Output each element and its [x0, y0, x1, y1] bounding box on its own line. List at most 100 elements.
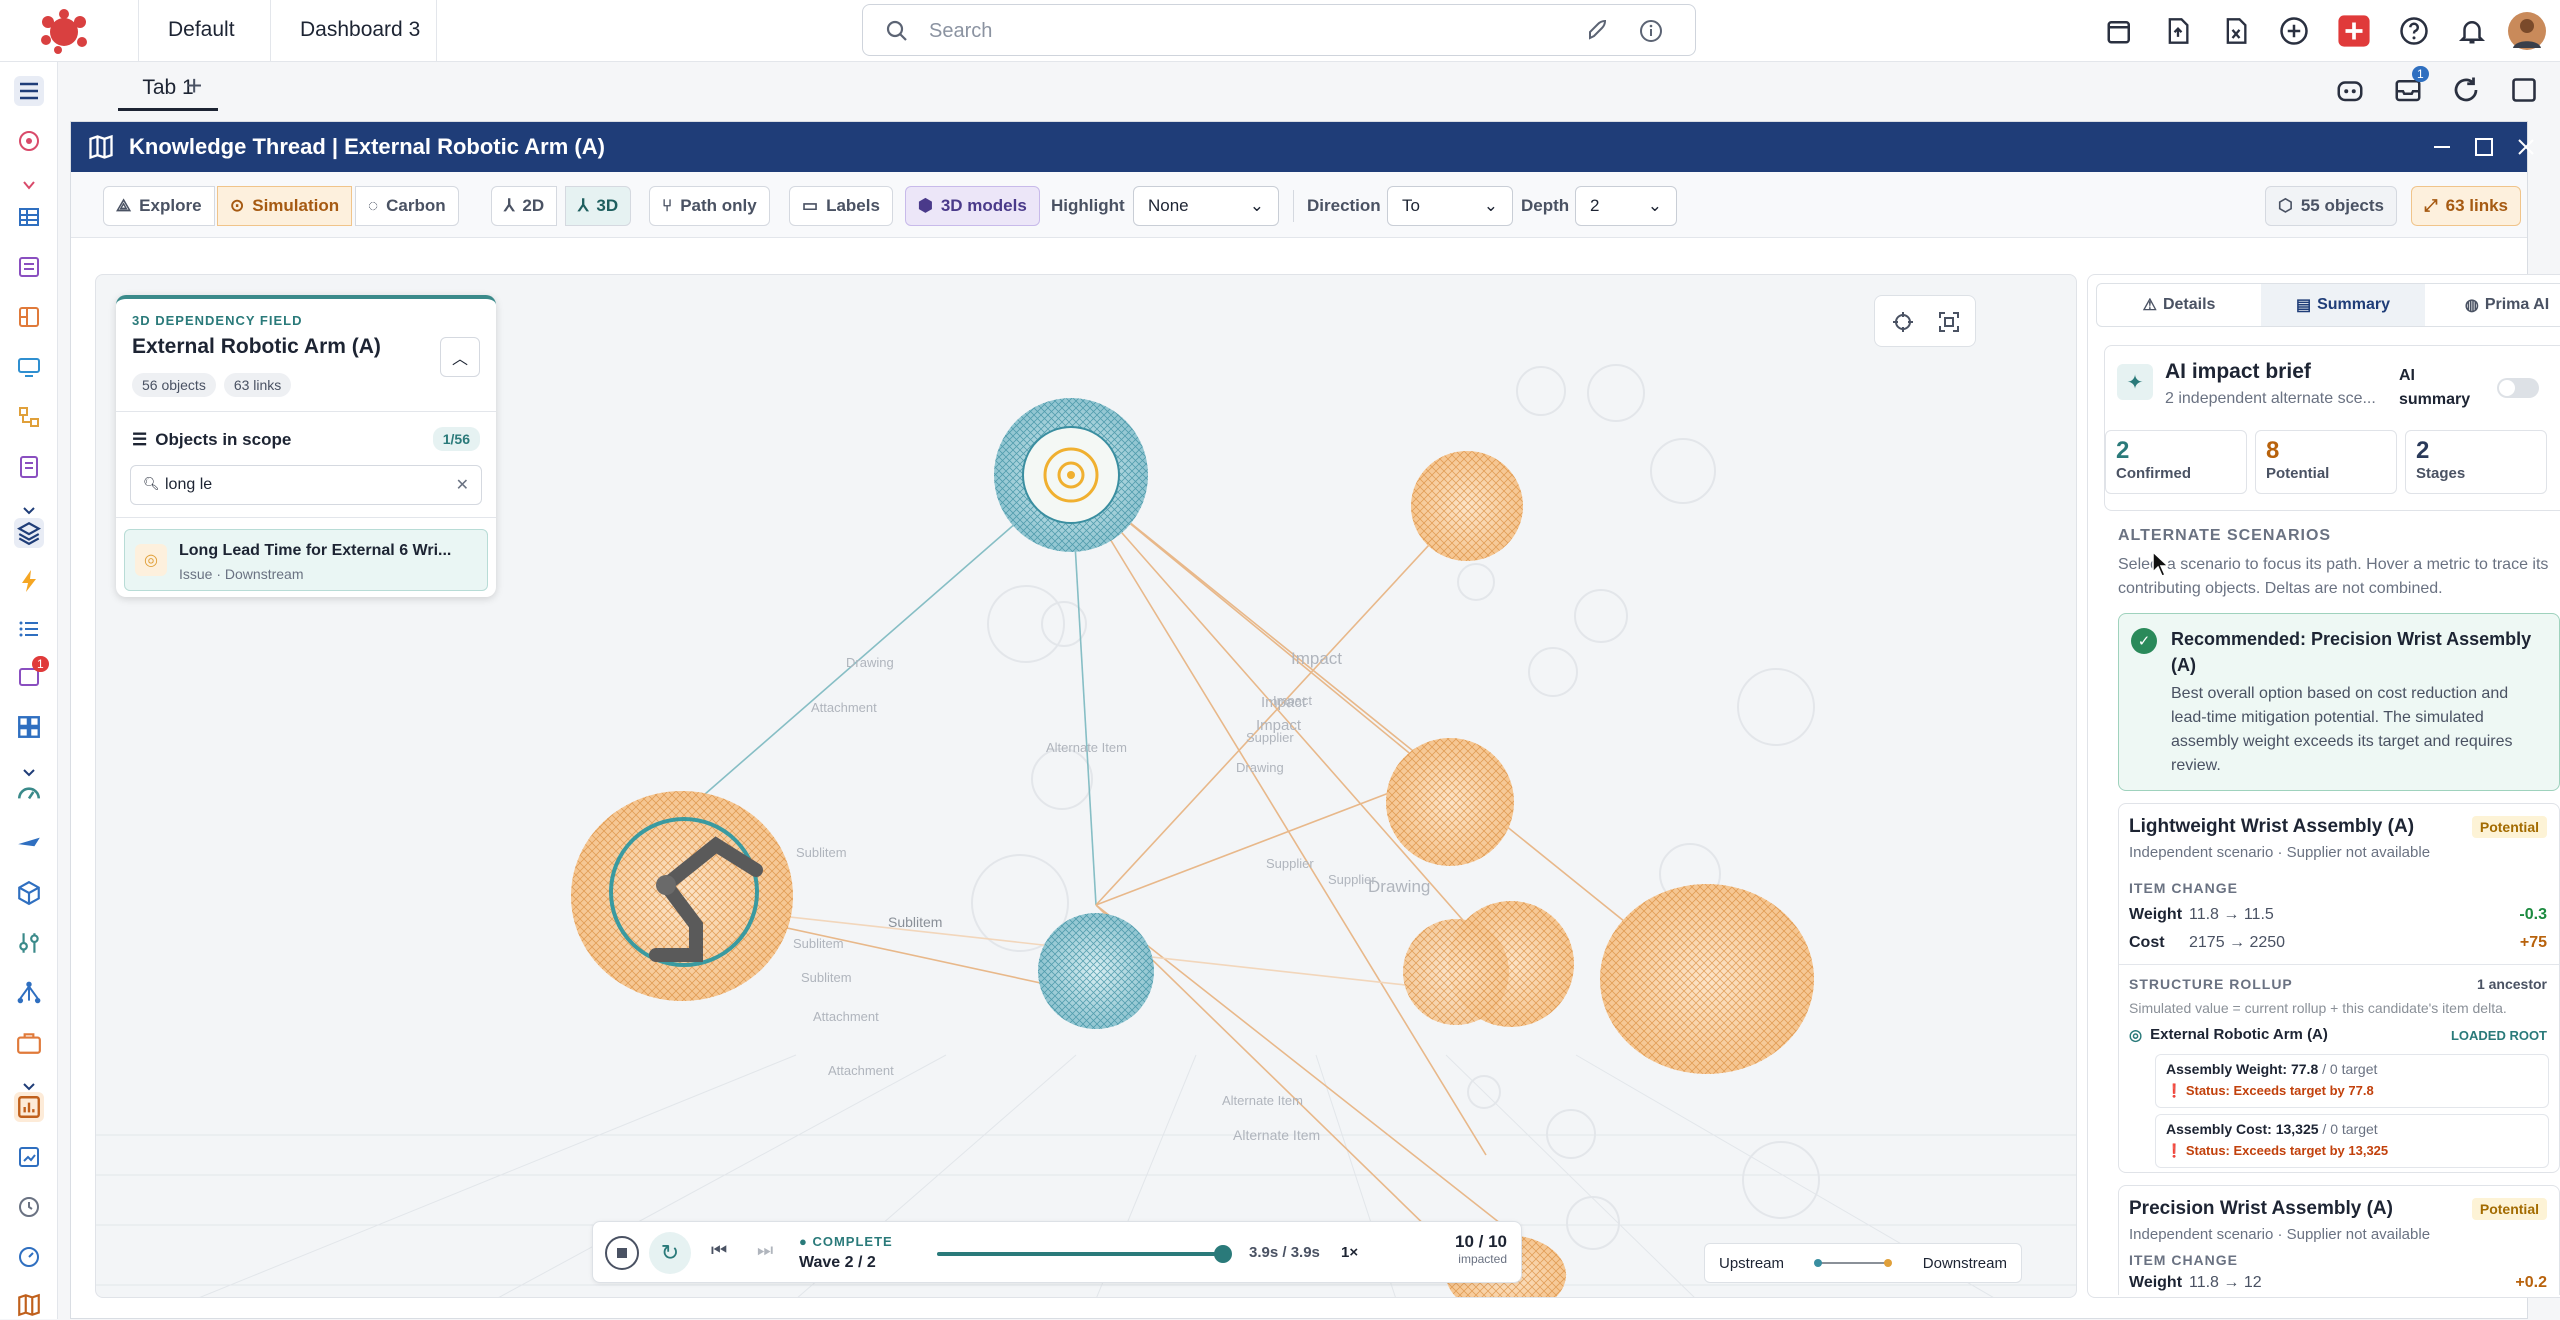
- node-orange-1[interactable]: [1411, 451, 1523, 561]
- link-icon: ⤢: [2424, 196, 2438, 215]
- refresh-icon[interactable]: [2448, 72, 2484, 108]
- recommended-card[interactable]: ✓ Recommended: Precision Wrist Assembly …: [2118, 613, 2560, 791]
- workspace-selector[interactable]: Default: [168, 18, 235, 42]
- collapse-button[interactable]: ︿: [440, 337, 480, 377]
- edge-label: Impact: [1256, 717, 1302, 734]
- upload-file-icon[interactable]: [2160, 13, 2196, 49]
- global-search[interactable]: Search: [862, 4, 1696, 56]
- close-icon[interactable]: [2515, 136, 2537, 158]
- recenter-icon[interactable]: [1891, 310, 1915, 334]
- skip-forward-button[interactable]: ⏭︎: [757, 1240, 773, 1261]
- analytics-icon[interactable]: [14, 1142, 44, 1172]
- report-icon[interactable]: [14, 1092, 44, 1122]
- app-logo[interactable]: [34, 6, 94, 56]
- scope-result-item[interactable]: ◎ Long Lead Time for External 6 Wri... I…: [124, 529, 488, 591]
- progress-track[interactable]: [937, 1245, 1232, 1263]
- graph-canvas[interactable]: Drawing Impact Attachment Sublitem Alter…: [95, 274, 2077, 1298]
- assembly-weight-row[interactable]: Assembly Weight: 77.8 / 0 target ❗ Statu…: [2155, 1054, 2549, 1108]
- notifications-icon[interactable]: [2454, 13, 2490, 49]
- 3d-models-label: 3D models: [940, 196, 1027, 215]
- ai-summary-toggle[interactable]: [2497, 378, 2539, 398]
- scope-objects-pill: 56 objects: [132, 373, 216, 397]
- inbox-icon[interactable]: 1: [14, 656, 49, 692]
- briefcase-icon[interactable]: [14, 1028, 44, 1058]
- tab-1[interactable]: Tab 1: [118, 76, 218, 111]
- explore-button[interactable]: ⟁ Explore: [103, 186, 215, 226]
- network-icon[interactable]: [14, 978, 44, 1008]
- add-circle-icon[interactable]: [2276, 13, 2312, 49]
- replay-icon: ↻: [660, 1240, 680, 1265]
- node-main-teal[interactable]: [994, 398, 1148, 552]
- replay-button[interactable]: ↻: [649, 1232, 691, 1274]
- edge-label: Impact: [1291, 649, 1342, 668]
- summary-scroll[interactable]: ✦ AI impact brief 2 independent alternat…: [2096, 333, 2560, 1295]
- map-icon[interactable]: [14, 1290, 44, 1320]
- add-tab-button[interactable]: +: [186, 70, 202, 102]
- assembly-cost-row[interactable]: Assembly Cost: 13,325 / 0 target ❗ Statu…: [2155, 1114, 2549, 1168]
- lightning-icon[interactable]: [14, 566, 44, 596]
- objects-count: 55 objects: [2300, 196, 2384, 215]
- monitor-icon[interactable]: [14, 352, 44, 382]
- ai-summary-label: AI summary: [2399, 367, 2471, 408]
- skip-back-button[interactable]: ⏮︎: [711, 1240, 727, 1261]
- highlight-select[interactable]: None ⌄: [1133, 186, 1279, 226]
- create-button[interactable]: [2336, 13, 2372, 49]
- simulation-button[interactable]: ⊙ Simulation: [217, 186, 353, 226]
- target-icon[interactable]: [14, 126, 44, 156]
- filter-icon[interactable]: [14, 172, 44, 202]
- minimize-icon[interactable]: [2431, 136, 2453, 158]
- plane-icon[interactable]: [14, 828, 44, 858]
- depth-select[interactable]: 2 ⌄: [1575, 186, 1677, 226]
- dashboard-icon[interactable]: [14, 712, 44, 742]
- node-orange-4[interactable]: [1600, 884, 1814, 1074]
- board-icon[interactable]: [14, 302, 44, 332]
- list-icon[interactable]: [14, 614, 44, 644]
- path-only-button[interactable]: ⑂ Path only: [649, 186, 770, 226]
- tab-summary[interactable]: ▤ Summary: [2261, 284, 2425, 326]
- tray-icon[interactable]: 1: [2390, 66, 2429, 108]
- table-icon[interactable]: [14, 202, 44, 232]
- scope-search-input[interactable]: 🔍︎ long le ✕: [130, 465, 482, 505]
- excel-icon[interactable]: [2218, 13, 2254, 49]
- calendar-icon[interactable]: [2102, 13, 2138, 49]
- carbon-button[interactable]: ◌ Carbon: [355, 186, 459, 226]
- direction-select[interactable]: To ⌄: [1387, 186, 1513, 226]
- sliders-icon[interactable]: [14, 928, 44, 958]
- view-2d-button[interactable]: ⅄ 2D: [491, 186, 558, 226]
- info-icon[interactable]: [1639, 19, 1663, 43]
- scenario-lightweight-card[interactable]: Lightweight Wrist Assembly (A) Potential…: [2118, 803, 2560, 1173]
- gauge-icon[interactable]: [14, 778, 44, 808]
- hierarchy-icon[interactable]: [14, 402, 44, 432]
- tab-details[interactable]: ⚠︎ Details: [2097, 284, 2261, 326]
- user-avatar[interactable]: [2508, 12, 2546, 50]
- speed-icon[interactable]: [14, 1242, 44, 1272]
- cube-icon[interactable]: [14, 878, 44, 908]
- node-robotic-arm[interactable]: [571, 791, 793, 1001]
- labels-button[interactable]: ▭ Labels: [789, 186, 893, 226]
- layers-icon[interactable]: [14, 518, 44, 548]
- help-icon[interactable]: [2396, 13, 2432, 49]
- fit-view-icon[interactable]: [1937, 310, 1961, 334]
- menu-icon[interactable]: [14, 76, 44, 106]
- maximize-icon[interactable]: [2473, 136, 2495, 158]
- node-orange-2[interactable]: [1386, 738, 1514, 866]
- fullscreen-icon[interactable]: [2506, 72, 2542, 108]
- robot-icon[interactable]: [2332, 72, 2368, 108]
- path-only-label: Path only: [680, 196, 757, 215]
- view-3d-button[interactable]: ⅄ 3D: [565, 186, 632, 226]
- progress-handle[interactable]: [1214, 1245, 1232, 1263]
- tab-prima-ai[interactable]: ◍ Prima AI: [2425, 284, 2560, 326]
- clear-search-icon[interactable]: ✕: [456, 475, 469, 495]
- window-title: Knowledge Thread | External Robotic Arm …: [129, 134, 605, 159]
- node-orange-3[interactable]: [1403, 901, 1574, 1027]
- scenario-precision-card[interactable]: Precision Wrist Assembly (A) Potential I…: [2118, 1185, 2560, 1295]
- stop-button[interactable]: [605, 1236, 639, 1270]
- rocket-icon[interactable]: [1585, 19, 1609, 43]
- history-icon[interactable]: [14, 1192, 44, 1222]
- 3d-models-button[interactable]: ⬢ 3D models: [905, 186, 1040, 226]
- form-icon[interactable]: [14, 252, 44, 282]
- document-icon[interactable]: [14, 452, 44, 482]
- node-teal-2[interactable]: [1038, 913, 1154, 1029]
- dashboard-selector[interactable]: Dashboard 3: [300, 18, 420, 42]
- speed-button[interactable]: 1×: [1341, 1244, 1358, 1261]
